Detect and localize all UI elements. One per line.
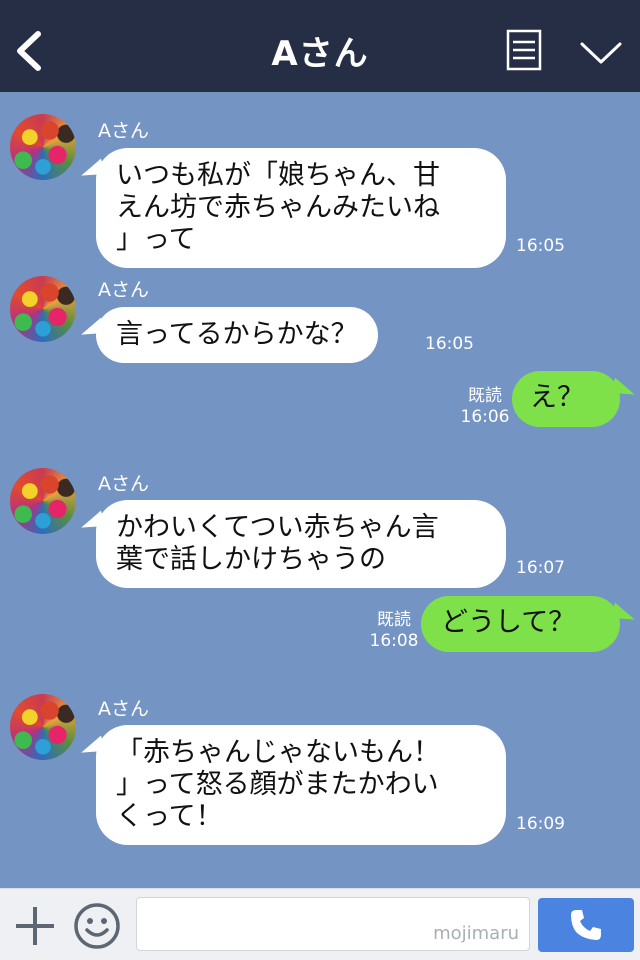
chat-header: Aさん [0,0,640,92]
sender-name: Aさん [98,120,149,142]
plus-icon [16,907,54,945]
incoming-message[interactable]: いつも私が「娘ちゃん、甘 えん坊で赤ちゃんみたいね 」って [96,148,506,268]
input-bar: mojimaru [0,888,640,960]
avatar[interactable] [10,468,76,534]
avatar[interactable] [10,114,76,180]
plus-button[interactable] [12,903,58,949]
sender-name: Aさん [98,473,149,495]
call-button[interactable] [538,898,634,952]
collapse-button[interactable] [576,36,626,72]
avatar[interactable] [10,694,76,760]
message-time: 16:09 [516,814,565,834]
message-time: 16:06 [460,407,510,427]
chat-area[interactable]: Aさん いつも私が「娘ちゃん、甘 えん坊で赤ちゃんみたいね 」って 16:05 … [0,92,640,888]
menu-icon [506,29,542,71]
chevron-down-icon [580,42,622,64]
phone-icon [571,910,601,940]
sender-name: Aさん [98,279,149,301]
message-time: 16:07 [516,558,565,578]
read-receipt: 既読 [468,386,502,406]
message-time: 16:05 [516,236,565,256]
message-time: 16:08 [369,631,419,651]
message-meta: 既読 16:08 [368,610,420,652]
emoji-button[interactable] [72,901,122,951]
read-receipt: 既読 [377,610,411,630]
avatar[interactable] [10,276,76,342]
incoming-message[interactable]: 言ってるからかな？ [96,307,378,363]
menu-button[interactable] [500,28,546,74]
outgoing-message[interactable]: どうして？ [421,596,620,652]
sender-name: Aさん [98,698,149,720]
outgoing-message[interactable]: え？ [512,371,620,427]
incoming-message[interactable]: 「赤ちゃんじゃないもん！ 」って怒る顔がまたかわい くって！ [96,725,506,845]
message-meta: 既読 16:06 [460,386,510,428]
message-time: 16:05 [425,334,474,354]
watermark: mojimaru [433,923,519,944]
emoji-icon [74,903,120,949]
incoming-message[interactable]: かわいくてつい赤ちゃん言 葉で話しかけちゃうの [96,500,506,588]
message-input[interactable]: mojimaru [136,897,530,951]
